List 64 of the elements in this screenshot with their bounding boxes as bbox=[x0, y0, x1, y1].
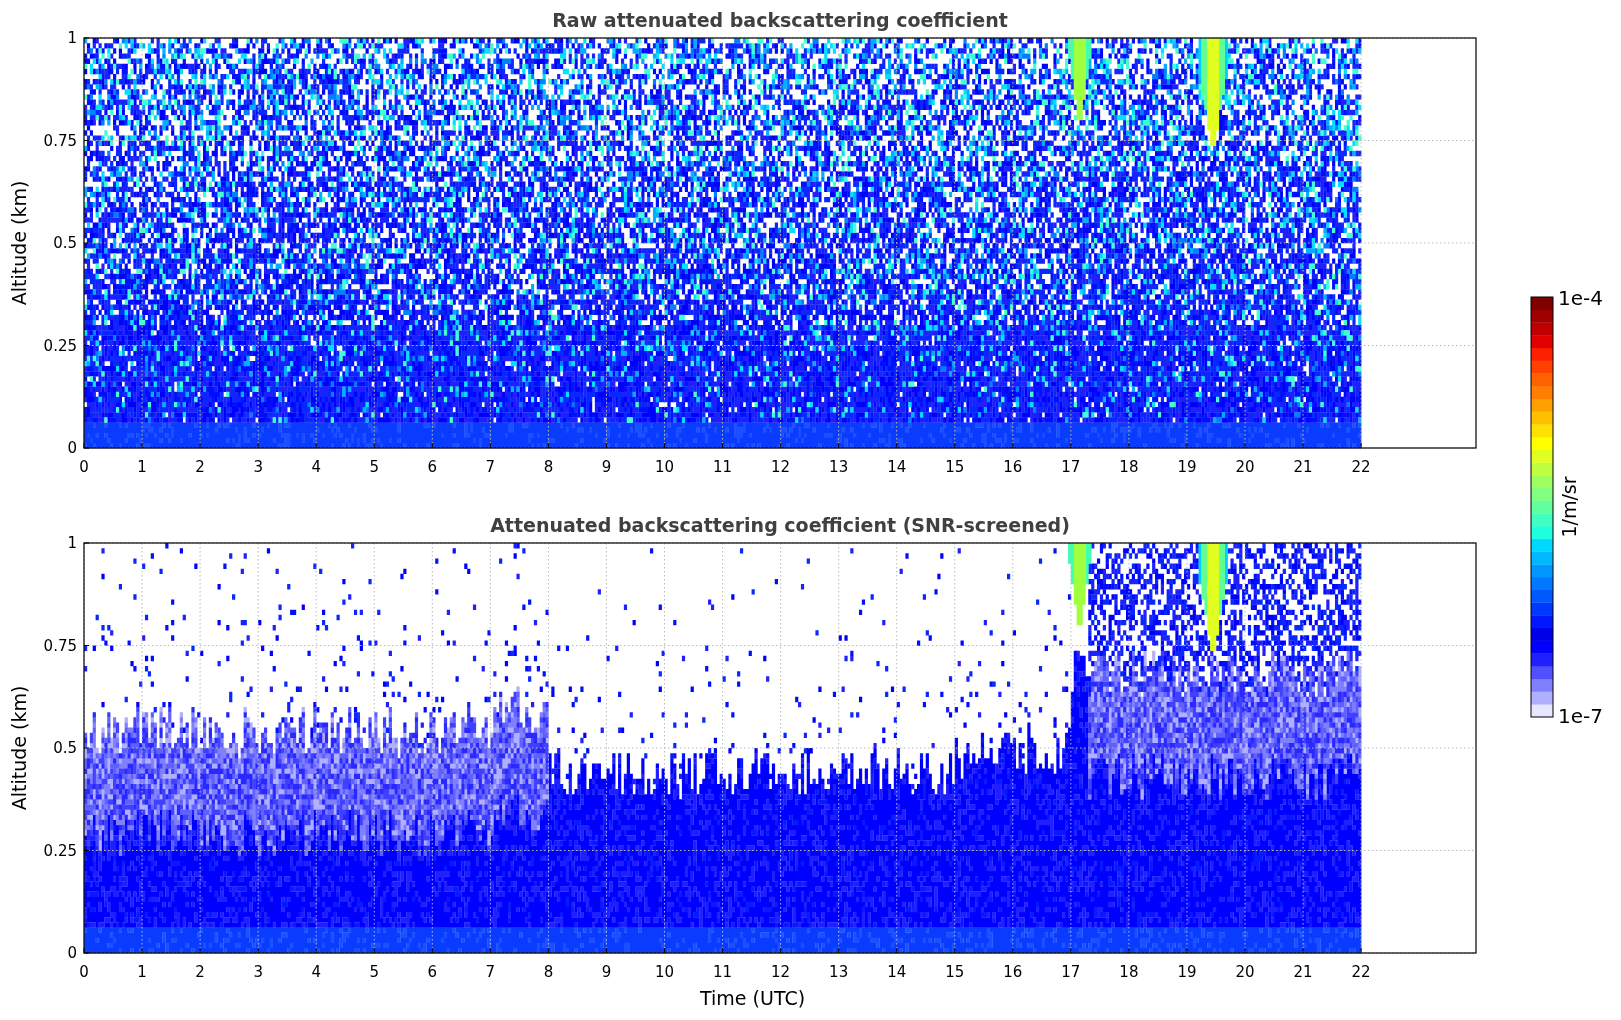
x-tick-label: 19 bbox=[1177, 963, 1197, 981]
x-tick-label: 12 bbox=[771, 458, 791, 476]
y-tick-label: 0.25 bbox=[43, 336, 77, 355]
x-tick-label: 19 bbox=[1177, 458, 1197, 476]
x-tick-label: 3 bbox=[253, 458, 263, 476]
x-tick-label: 20 bbox=[1235, 458, 1255, 476]
x-tick-label: 14 bbox=[887, 458, 907, 476]
y-tick-label: 1 bbox=[67, 534, 77, 552]
x-tick-label: 5 bbox=[369, 458, 379, 476]
x-tick-label: 13 bbox=[829, 963, 849, 981]
x-tick-label: 12 bbox=[771, 963, 791, 981]
x-tick-label: 14 bbox=[887, 963, 907, 981]
x-tick-label: 17 bbox=[1061, 458, 1081, 476]
colorbar-max-label: 1e-4 bbox=[1558, 286, 1603, 310]
x-tick-label: 2 bbox=[195, 458, 205, 476]
x-tick-label: 15 bbox=[945, 458, 965, 476]
x-tick-label: 15 bbox=[945, 963, 965, 981]
y-tick-label: 0.5 bbox=[53, 234, 77, 252]
x-tick-label: 17 bbox=[1061, 963, 1081, 981]
x-tick-label: 10 bbox=[654, 458, 675, 476]
x-tick-label: 9 bbox=[601, 458, 612, 476]
x-tick-label: 2 bbox=[195, 963, 205, 981]
x-tick-label: 1 bbox=[137, 458, 147, 476]
y-tick-label: 0.75 bbox=[43, 131, 77, 150]
y-tick-label: 0 bbox=[67, 944, 77, 962]
y-tick-label: 0.5 bbox=[53, 739, 77, 757]
x-tick-label: 11 bbox=[713, 458, 733, 476]
y-axis-label: Altitude (km) bbox=[8, 180, 30, 306]
x-tick-label: 3 bbox=[253, 963, 263, 981]
x-tick-label: 4 bbox=[311, 458, 321, 476]
plot-title: Raw attenuated backscattering coefficient bbox=[552, 9, 1008, 31]
y-tick-label: 0.25 bbox=[43, 841, 77, 860]
y-tick-label: 0 bbox=[67, 439, 77, 457]
y-axis-label: Altitude (km) bbox=[8, 685, 30, 811]
x-tick-label: 0 bbox=[79, 458, 89, 476]
colorbar-min-label: 1e-7 bbox=[1558, 704, 1603, 728]
x-tick-label: 7 bbox=[485, 963, 496, 981]
x-tick-label: 11 bbox=[713, 963, 733, 981]
x-tick-label: 22 bbox=[1351, 963, 1371, 981]
y-tick-label: 0.75 bbox=[43, 636, 77, 655]
x-tick-label: 0 bbox=[79, 963, 89, 981]
x-tick-label: 6 bbox=[427, 458, 438, 476]
x-tick-label: 4 bbox=[311, 963, 321, 981]
plot-title: Attenuated backscattering coefficient (SNR-screened) bbox=[490, 514, 1070, 536]
y-tick-label: 1 bbox=[67, 29, 77, 47]
x-tick-label: 8 bbox=[543, 963, 554, 981]
x-tick-label: 16 bbox=[1003, 963, 1023, 981]
x-tick-label: 13 bbox=[829, 458, 849, 476]
x-tick-label: 8 bbox=[543, 458, 554, 476]
x-tick-label: 9 bbox=[601, 963, 612, 981]
x-tick-label: 16 bbox=[1003, 458, 1023, 476]
x-axis-label: Time (UTC) bbox=[700, 987, 806, 1009]
x-tick-label: 5 bbox=[369, 963, 379, 981]
x-tick-label: 21 bbox=[1293, 963, 1313, 981]
x-tick-label: 22 bbox=[1351, 458, 1371, 476]
x-tick-label: 10 bbox=[654, 963, 675, 981]
x-tick-label: 18 bbox=[1119, 963, 1139, 981]
x-tick-label: 6 bbox=[427, 963, 438, 981]
x-tick-label: 18 bbox=[1119, 458, 1139, 476]
x-tick-label: 21 bbox=[1293, 458, 1313, 476]
x-tick-label: 7 bbox=[485, 458, 496, 476]
x-tick-label: 20 bbox=[1235, 963, 1255, 981]
colorbar-unit-label: 1/m/sr bbox=[1559, 476, 1580, 538]
x-tick-label: 1 bbox=[137, 963, 147, 981]
